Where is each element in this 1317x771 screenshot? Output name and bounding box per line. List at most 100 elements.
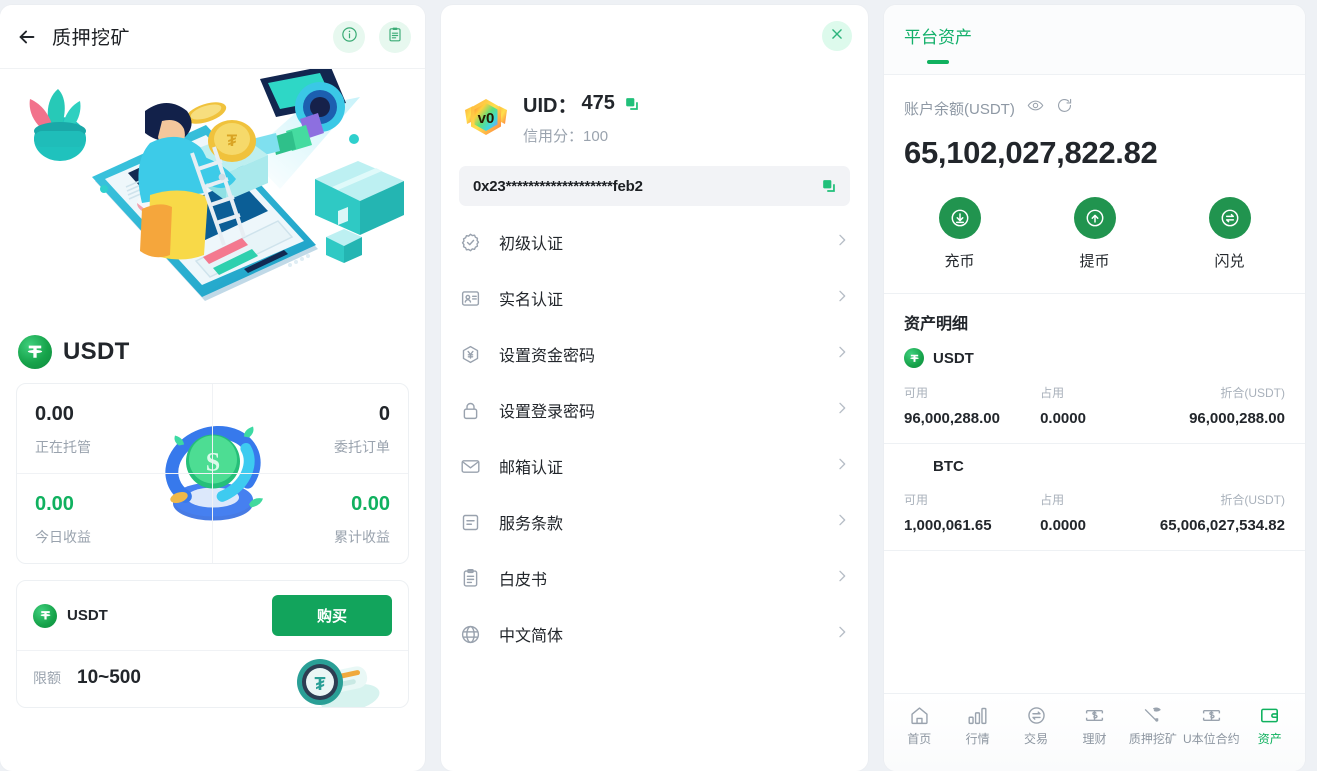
menu-item-language[interactable]: 中文简体 <box>459 606 850 662</box>
asset-head: BTC <box>904 444 1285 475</box>
close-button[interactable] <box>822 21 852 51</box>
col-frozen: 占用 <box>1040 386 1065 400</box>
stat-label: 今日收益 <box>35 529 91 545</box>
lock-icon <box>459 399 481 421</box>
settings-menu: 初级认证 实名认证 设置资金密码 设置登录密码 邮箱认证 服务条款 白皮书 中文… <box>441 206 868 662</box>
action-withdraw[interactable]: 提币 <box>1027 197 1162 271</box>
action-deposit[interactable]: 充币 <box>892 197 1027 271</box>
assets-tabbar: 平台资产 <box>884 5 1305 75</box>
chevron-right-icon <box>834 456 850 477</box>
money-icon <box>1084 704 1105 726</box>
action-label: 提币 <box>1079 253 1110 270</box>
nav-item-markets[interactable]: 行情 <box>948 704 1006 747</box>
asset-column-headers: 可用 占用 折合(USDT) <box>904 384 1285 401</box>
stat-cell: 0.00 累计收益 <box>213 474 409 563</box>
nav-label: U本位合约 <box>1182 732 1240 746</box>
nav-item-usdt-contract[interactable]: U本位合约 <box>1182 704 1240 747</box>
credit-score-line: 信用分：100 <box>523 125 639 146</box>
menu-item-label: 初级认证 <box>499 236 564 253</box>
value-available: 1,000,061.65 <box>904 517 992 534</box>
stat-value: 0.00 <box>35 493 74 515</box>
back-arrow-icon[interactable] <box>14 24 40 50</box>
buy-card-limit-row: 限额 10~500 ₮ <box>17 650 408 707</box>
value-frozen: 0.0000 <box>1040 410 1086 427</box>
credit-label: 信用分： <box>523 128 584 145</box>
action-swap[interactable]: 闪兑 <box>1162 197 1297 271</box>
swap-icon <box>1208 197 1251 239</box>
nav-item-assets[interactable]: 资产 <box>1241 704 1299 747</box>
globe-icon <box>459 623 481 645</box>
stat-label: 委托订单 <box>334 439 390 455</box>
menu-item-label: 中文简体 <box>499 628 564 645</box>
eye-icon[interactable] <box>1027 97 1044 119</box>
nav-label: 资产 <box>1257 732 1282 746</box>
balance-label: 账户余额(USDT) <box>904 100 1015 118</box>
svg-text:₮: ₮ <box>227 131 238 150</box>
uid-label: UID： <box>523 95 578 117</box>
menu-item-realname-verification[interactable]: 实名认证 <box>459 270 850 326</box>
menu-item-set-login-password[interactable]: 设置登录密码 <box>459 382 850 438</box>
account-balance-block: 账户余额(USDT) 65,102,027,822.82 <box>884 75 1305 171</box>
page-title: 质押挖矿 <box>52 28 131 49</box>
copy-icon[interactable] <box>625 97 639 111</box>
chevron-right-icon <box>834 344 850 365</box>
nav-label: 首页 <box>907 732 932 746</box>
chevron-right-icon <box>834 288 850 309</box>
action-label: 闪兑 <box>1214 253 1245 270</box>
tab-platform-assets[interactable]: 平台资产 <box>904 23 972 64</box>
left-panel-header: 质押挖矿 <box>0 5 425 69</box>
level-badge-v0: v0 <box>463 96 509 140</box>
nav-item-staking-mining[interactable]: 质押挖矿 <box>1124 704 1182 747</box>
asset-values: 1,000,061.65 0.0000 65,006,027,534.82 <box>904 517 1285 550</box>
stat-cell: 0 委托订单 <box>212 384 408 474</box>
uid-line: UID： 475 <box>523 89 639 118</box>
usdt-logo-icon <box>18 335 52 369</box>
refresh-icon[interactable] <box>1056 97 1073 119</box>
chevron-right-icon <box>834 624 850 645</box>
menu-item-whitepaper[interactable]: 白皮书 <box>459 550 850 606</box>
info-button[interactable] <box>333 20 365 53</box>
bar-chart-icon <box>967 704 988 726</box>
menu-item-label: 设置资金密码 <box>499 348 596 365</box>
buy-button[interactable]: 购买 <box>272 595 392 636</box>
yen-hexagon-icon <box>459 343 481 365</box>
document-lines-icon <box>459 511 481 533</box>
stat-label: 正在托管 <box>35 439 91 455</box>
menu-item-label: 设置登录密码 <box>499 404 596 421</box>
col-converted: 折合(USDT) <box>1220 493 1285 507</box>
menu-item-label: 服务条款 <box>499 516 564 533</box>
stat-cell: 0.00 今日收益 <box>17 474 213 563</box>
nav-label: 质押挖矿 <box>1128 732 1177 746</box>
menu-item-email-verification[interactable]: 邮箱认证 <box>459 438 850 494</box>
menu-item-set-fund-password[interactable]: 设置资金密码 <box>459 326 850 382</box>
mid-panel-header <box>441 5 868 67</box>
info-circle-icon <box>341 26 358 48</box>
wallet-address-box[interactable]: 0x23*******************feb2 <box>459 166 850 206</box>
nav-item-trade[interactable]: 交易 <box>1007 704 1065 747</box>
coins-decoration: ₮ <box>290 650 380 707</box>
copy-icon[interactable] <box>822 179 836 193</box>
asset-detail-title: 资产明细 <box>904 316 969 333</box>
menu-item-primary-verification[interactable]: 初级认证 <box>459 214 850 270</box>
order-record-button[interactable] <box>379 20 411 53</box>
money-contract-icon <box>1201 704 1222 726</box>
tab-active-underline <box>927 60 949 64</box>
nav-label: 理财 <box>1082 732 1107 746</box>
col-converted: 折合(USDT) <box>1220 386 1285 400</box>
menu-item-label: 白皮书 <box>499 572 548 589</box>
nav-item-home[interactable]: 首页 <box>890 704 948 747</box>
stat-value: 0 <box>378 403 390 425</box>
asset-values: 96,000,288.00 0.0000 96,000,288.00 <box>904 410 1285 443</box>
limit-label: 限额 <box>33 670 61 686</box>
screen: 质押挖矿 ₮ USDT S 0.00 正在托管 0 委托订单 0.00 今日收益… <box>0 0 1317 771</box>
nav-item-finance[interactable]: 理财 <box>1065 704 1123 747</box>
chevron-right-icon <box>834 232 850 253</box>
menu-item-label: 邮箱认证 <box>499 460 564 477</box>
stat-cell: 0.00 正在托管 <box>17 384 213 474</box>
balance-header: 账户余额(USDT) <box>904 97 1285 119</box>
clipboard-icon <box>459 567 481 589</box>
tab-label: 平台资产 <box>904 28 972 47</box>
menu-item-terms-of-service[interactable]: 服务条款 <box>459 494 850 550</box>
balance-value: 65,102,027,822.82 <box>904 135 1158 170</box>
uid-texts: UID： 475 信用分：100 <box>523 89 639 146</box>
